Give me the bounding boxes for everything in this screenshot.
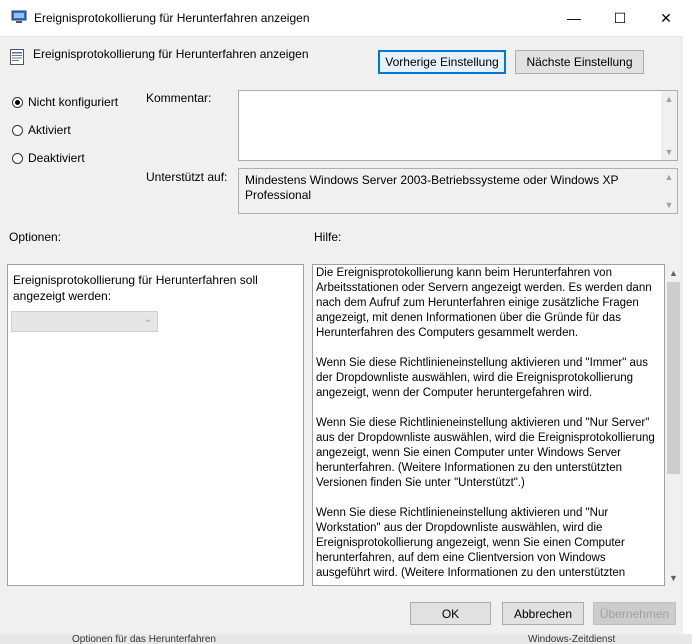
supported-on-box: Mindestens Windows Server 2003-Betriebss…	[238, 168, 678, 214]
minimize-icon: —	[567, 10, 581, 26]
title-bar[interactable]: Ereignisprotokollierung für Herunterfahr…	[0, 0, 692, 37]
radio-label: Aktiviert	[28, 123, 71, 137]
background-item-right: Windows-Zeitdienst	[528, 634, 616, 644]
help-label: Hilfe:	[314, 230, 342, 244]
options-text: Ereignisprotokollierung für Herunterfahr…	[13, 273, 258, 303]
radio-not-configured[interactable]: Nicht konfiguriert	[12, 95, 118, 109]
help-scrollbar[interactable]: ▲ ▼	[665, 264, 682, 586]
radio-indicator	[12, 152, 23, 164]
chevron-down-icon: ⌄	[143, 314, 152, 325]
help-paragraph: Wenn Sie diese Richtlinieneinstellung ak…	[316, 507, 626, 579]
policy-setting-icon	[10, 49, 24, 65]
radio-indicator	[12, 96, 23, 108]
background-item-left: Optionen für das Herunterfahren	[72, 634, 216, 644]
previous-setting-button[interactable]: Vorherige Einstellung	[378, 50, 506, 74]
comment-textarea[interactable]: ▲ ▼	[238, 90, 678, 161]
close-icon: ✕	[660, 9, 672, 26]
radio-disabled[interactable]: Deaktiviert	[12, 151, 85, 165]
radio-label: Nicht konfiguriert	[28, 95, 119, 109]
minimize-button[interactable]: —	[551, 0, 597, 36]
supported-scrollbar[interactable]: ▲ ▼	[661, 169, 677, 213]
background-window-strip: Optionen für das Herunterfahren Windows-…	[0, 634, 692, 644]
scroll-down-icon[interactable]: ▼	[661, 197, 677, 213]
radio-indicator	[12, 124, 23, 136]
policy-name: Ereignisprotokollierung für Herunterfahr…	[33, 47, 309, 61]
help-paragraph: Wenn Sie diese Richtlinieneinstellung ak…	[316, 417, 655, 489]
scroll-up-icon[interactable]: ▲	[661, 169, 677, 185]
options-label: Optionen:	[9, 230, 62, 244]
close-button[interactable]: ✕	[643, 0, 689, 36]
background-window-edge	[683, 36, 692, 644]
maximize-button[interactable]: ☐	[597, 0, 643, 36]
scroll-up-icon[interactable]: ▲	[661, 91, 677, 107]
supported-on-label: Unterstützt auf:	[146, 170, 228, 184]
radio-enabled[interactable]: Aktiviert	[12, 123, 71, 137]
radio-label: Deaktiviert	[28, 151, 85, 165]
scroll-up-icon[interactable]: ▲	[665, 264, 682, 281]
supported-on-value: Mindestens Windows Server 2003-Betriebss…	[245, 173, 619, 202]
apply-button[interactable]: Übernehmen	[593, 602, 676, 625]
help-paragraph: Die Ereignisprotokollierung kann beim He…	[316, 267, 652, 339]
policy-editor-icon	[11, 10, 27, 23]
window-title: Ereignisprotokollierung für Herunterfahr…	[34, 11, 310, 25]
scroll-down-icon[interactable]: ▼	[665, 569, 682, 586]
scroll-thumb[interactable]	[667, 282, 680, 474]
cancel-button[interactable]: Abbrechen	[502, 602, 584, 625]
next-setting-button[interactable]: Nächste Einstellung	[515, 50, 644, 74]
ok-button[interactable]: OK	[410, 602, 491, 625]
maximize-icon: ☐	[613, 9, 627, 26]
help-text: Die Ereignisprotokollierung kann beim He…	[316, 266, 660, 584]
comment-label: Kommentar:	[146, 91, 212, 105]
show-logging-dropdown[interactable]: ⌄	[11, 311, 158, 332]
comment-scrollbar[interactable]: ▲ ▼	[661, 91, 677, 160]
help-paragraph: Wenn Sie diese Richtlinieneinstellung ak…	[316, 357, 649, 399]
scroll-down-icon[interactable]: ▼	[661, 144, 677, 160]
options-panel: Ereignisprotokollierung für Herunterfahr…	[7, 264, 304, 586]
